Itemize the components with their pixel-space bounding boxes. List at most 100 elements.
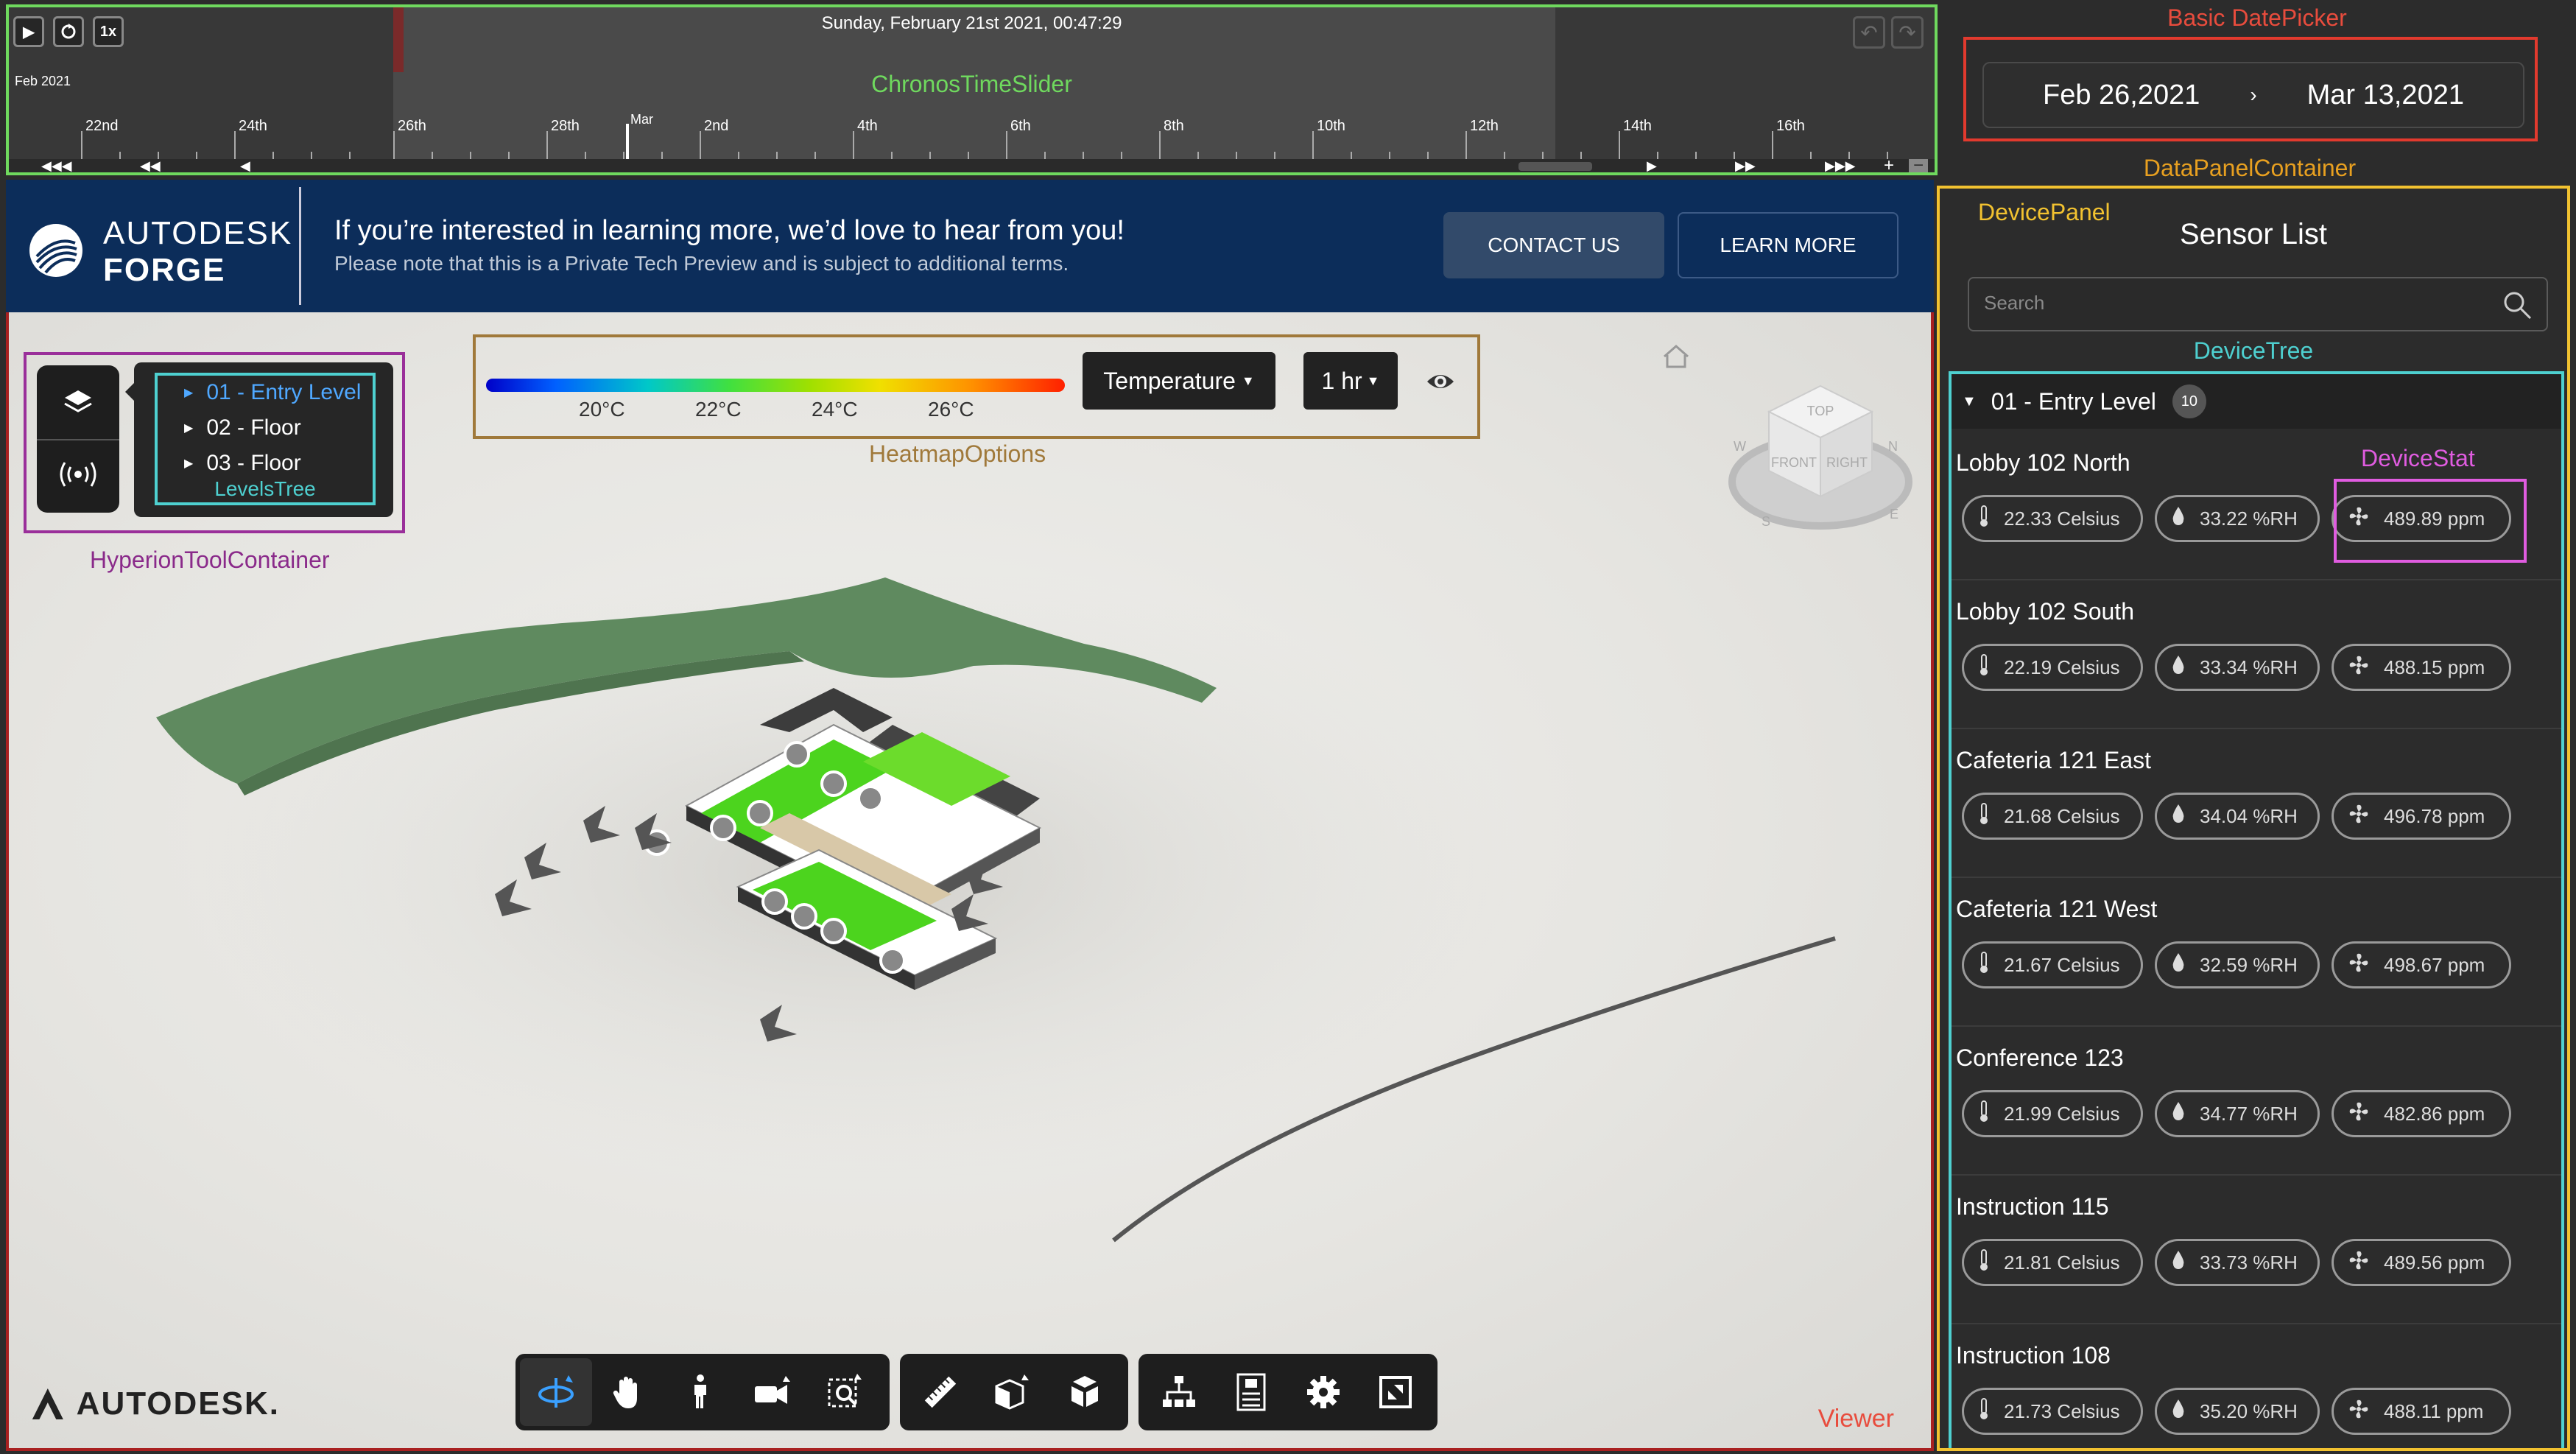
compass-n-label[interactable]: N [1888,439,1898,454]
device-item[interactable]: Instruction 115 21.81 Celsius 33.73 %RH 489… [1952,1176,2561,1324]
forward-fast-icon[interactable]: ▶▶▶ [1825,159,1856,172]
temperature-stat[interactable]: 21.81 Celsius [1962,1239,2143,1286]
pan-icon[interactable] [592,1358,664,1426]
co2-stat[interactable]: 489.56 ppm [2332,1239,2511,1286]
walk-icon[interactable] [664,1358,736,1426]
humidity-stat[interactable]: 35.20 %RH [2155,1388,2320,1435]
measure-icon[interactable] [904,1358,976,1426]
stat-value: 33.34 %RH [2200,656,2298,678]
modeling-toolbar [900,1354,1128,1430]
camera-icon[interactable] [736,1358,809,1426]
compass-e-label[interactable]: E [1890,507,1898,521]
compass-w-label[interactable]: W [1734,439,1746,454]
model-browser-icon[interactable] [1143,1358,1215,1426]
heatmap-options: 20°C 22°C 24°C 26°C Temperature ▼ 1 hr ▼ [473,334,1480,439]
level-item-floor-03[interactable]: ▶ 03 - Floor [184,451,301,476]
co2-stat[interactable]: 482.86 ppm [2332,1090,2511,1137]
co2-stat[interactable]: 488.11 ppm [2332,1388,2511,1435]
section-icon[interactable] [976,1358,1049,1426]
date-range-field[interactable]: Feb 26,2021 › Mar 13,2021 [1982,62,2524,128]
building-model[interactable] [127,577,1843,1314]
chronos-annotation-label: ChronosTimeSlider [871,71,1072,97]
temperature-stat[interactable]: 21.67 Celsius [1962,941,2143,988]
redo-icon[interactable]: ↷ [1891,16,1924,49]
search-input[interactable] [1984,292,2485,315]
device-item[interactable]: Conference 123 21.99 Celsius 34.77 %RH 482.… [1952,1027,2561,1176]
humidity-stat[interactable]: 34.77 %RH [2155,1090,2320,1137]
step-back-icon[interactable]: ◀ [240,159,250,172]
timeline-tick [853,131,854,161]
forward-icon[interactable]: ▶▶ [1735,159,1756,172]
group-count-badge: 10 [2172,384,2206,418]
device-item[interactable]: Instruction 108 21.73 Celsius 35.20 %RH 488… [1952,1324,2561,1448]
water-drop-icon [2170,1249,2200,1276]
zoom-window-icon[interactable] [809,1358,881,1426]
viewcube-top-label[interactable]: TOP [1807,404,1834,418]
properties-icon[interactable] [1215,1358,1287,1426]
search-field[interactable] [1968,277,2548,331]
device-name: Instruction 115 [1956,1193,2109,1220]
stat-value: 488.11 ppm [2384,1399,2484,1422]
temperature-stat[interactable]: 21.99 Celsius [1962,1090,2143,1137]
layers-icon[interactable] [50,374,106,430]
timeline-tick [1772,131,1773,161]
timeline-scrollbar[interactable] [1518,162,1592,171]
co2-stat[interactable]: 488.15 ppm [2332,644,2511,691]
search-icon[interactable] [2501,289,2533,321]
sensor-broadcast-icon[interactable] [50,446,106,502]
chronos-time-slider[interactable]: ▶ 1x Sunday, February 21st 2021, 00:47:2… [6,4,1938,175]
orbit-icon[interactable] [520,1358,592,1426]
zoom-out-icon[interactable]: − [1909,157,1929,172]
humidity-stat[interactable]: 33.73 %RH [2155,1239,2320,1286]
zoom-in-icon[interactable]: + [1884,157,1894,173]
start-date[interactable]: Feb 26,2021 [2043,80,2200,111]
device-item[interactable]: Lobby 102 South 22.19 Celsius 33.34 %RH 488… [1952,580,2561,729]
humidity-stat[interactable]: 33.34 %RH [2155,644,2320,691]
fan-icon [2347,802,2384,831]
eye-icon[interactable] [1426,367,1455,396]
metric-dropdown[interactable]: Temperature ▼ [1083,352,1275,410]
navigation-toolbar [515,1354,890,1430]
timeline-tick-label: 4th [857,118,878,134]
co2-stat[interactable]: 498.67 ppm [2332,941,2511,988]
tree-group-header[interactable]: ▼ 01 - Entry Level 10 [1952,374,2561,429]
viewcube[interactable]: TOP FRONT RIGHT N S E W [1717,371,1924,533]
humidity-stat[interactable]: 32.59 %RH [2155,941,2320,988]
device-item[interactable]: Cafeteria 121 East 21.68 Celsius 34.04 %RH… [1952,729,2561,878]
water-drop-icon [2170,1100,2200,1128]
viewer[interactable]: ▶ 01 - Entry Level ▶ 02 - Floor ▶ 03 - Floo… [6,312,1934,1451]
chevron-down-icon: ▼ [1241,373,1255,388]
chevron-down-icon[interactable]: ▼ [1962,393,1977,410]
timeline-tick [1159,131,1161,161]
device-item[interactable]: Cafeteria 121 West 21.67 Celsius 32.59 %RH… [1952,878,2561,1027]
compass-s-label[interactable]: S [1762,514,1770,529]
level-item-floor-02[interactable]: ▶ 02 - Floor [184,415,301,440]
time-window-dropdown[interactable]: 1 hr ▼ [1303,352,1398,410]
temperature-stat[interactable]: 21.68 Celsius [1962,793,2143,840]
viewcube-right-label[interactable]: RIGHT [1826,455,1868,470]
rewind-icon[interactable]: ◀◀ [140,159,161,172]
temperature-stat[interactable]: 22.19 Celsius [1962,644,2143,691]
level-item-entry[interactable]: ▶ 01 - Entry Level [184,380,361,405]
fullscreen-icon[interactable] [1359,1358,1432,1426]
timeline-tick-label: 2nd [704,118,729,134]
viewcube-front-label[interactable]: FRONT [1771,455,1817,470]
contact-us-button[interactable]: CONTACT US [1443,212,1664,278]
levels-tree: ▶ 01 - Entry Level ▶ 02 - Floor ▶ 03 - Floo… [155,373,376,505]
humidity-stat[interactable]: 33.22 %RH [2155,495,2320,542]
temperature-stat[interactable]: 22.33 Celsius [1962,495,2143,542]
co2-stat[interactable]: 496.78 ppm [2332,793,2511,840]
timeline-tick [1465,131,1467,161]
gear-icon[interactable] [1287,1358,1359,1426]
temperature-stat[interactable]: 21.73 Celsius [1962,1388,2143,1435]
undo-icon[interactable]: ↶ [1853,16,1885,49]
rewind-fast-icon[interactable]: ◀◀◀ [41,159,72,172]
end-date[interactable]: Mar 13,2021 [2307,80,2464,111]
viewer-annotation-label: Viewer [1817,1405,1894,1433]
learn-more-button[interactable]: LEARN MORE [1678,212,1898,278]
explode-icon[interactable] [1049,1358,1121,1426]
step-forward-icon[interactable]: ▶ [1647,159,1657,172]
banner-headline: If you’re interested in learning more, w… [334,215,1125,246]
humidity-stat[interactable]: 34.04 %RH [2155,793,2320,840]
home-icon[interactable] [1658,339,1694,374]
